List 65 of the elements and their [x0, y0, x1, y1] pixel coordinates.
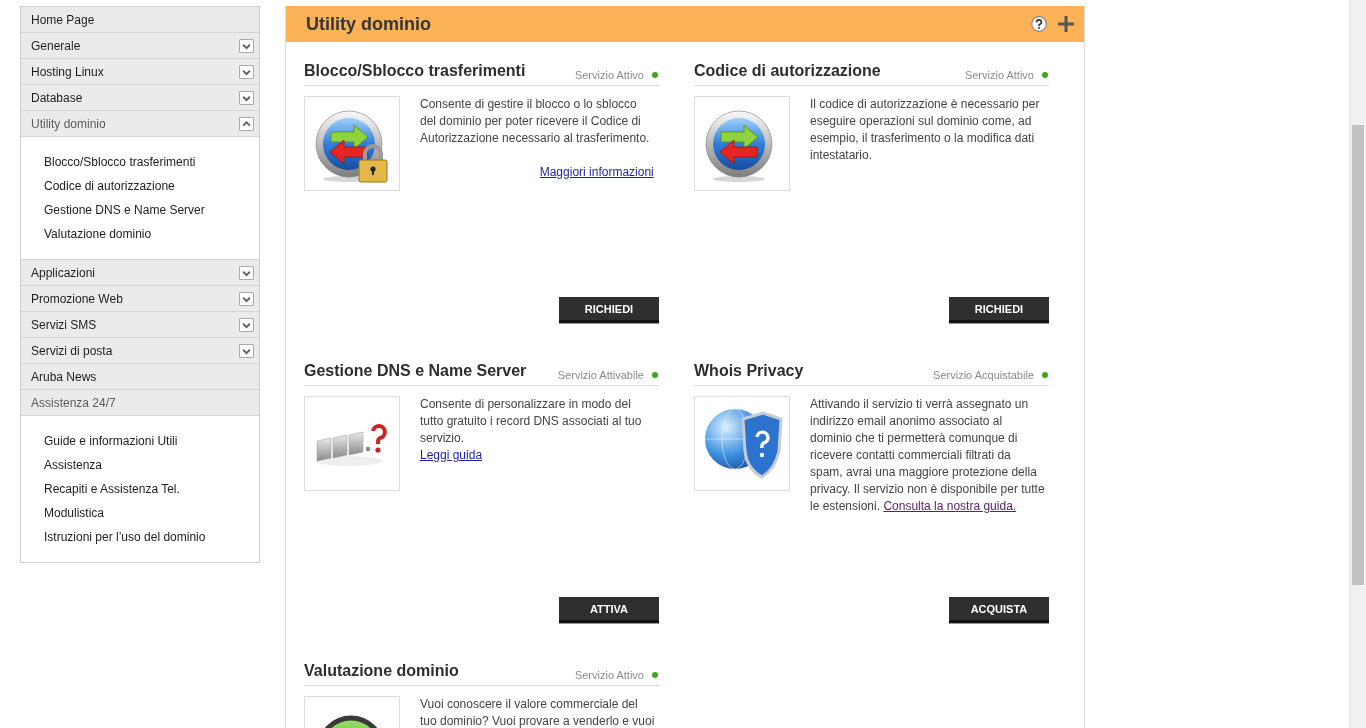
- card-description: Il codice di autorizzazione è necessario per eseguire operazioni sul dominio come, ad esempio, il trasferimento o la modifica dati intestatario.: [810, 96, 1041, 164]
- card-title: Gestione DNS e Name Server: [304, 361, 527, 381]
- status-label: Servizio Attivo: [964, 68, 1034, 82]
- status-label: Servizio Attivo: [574, 668, 644, 682]
- chevron-up-icon: [241, 118, 252, 129]
- submenu-item[interactable]: Guide e informazioni Utili: [44, 429, 259, 453]
- card-title: Codice di autorizzazione: [694, 61, 881, 81]
- submenu-item[interactable]: Codice di autorizzazione: [44, 174, 259, 198]
- status-dot-icon: [1042, 72, 1048, 78]
- tiles-question-icon: [304, 396, 400, 491]
- action-button[interactable]: ATTIVA: [559, 597, 659, 623]
- status-dot-icon: [652, 72, 658, 78]
- guide-link[interactable]: Leggi guida: [420, 448, 483, 462]
- guide-link[interactable]: Consulta la nostra guida.: [883, 499, 1017, 513]
- globe-shield-icon: [694, 396, 790, 491]
- expand-toggle[interactable]: [239, 317, 254, 332]
- menu-item[interactable]: Servizi SMS: [21, 312, 259, 338]
- action-button[interactable]: RICHIEDI: [949, 297, 1049, 323]
- status-dot-icon: [1042, 372, 1048, 378]
- action-button[interactable]: RICHIEDI: [559, 297, 659, 323]
- expand-toggle[interactable]: [239, 90, 254, 105]
- submenu-item[interactable]: Recapiti e Assistenza Tel.: [44, 477, 259, 501]
- submenu-item[interactable]: Gestione DNS e Name Server: [44, 198, 259, 222]
- status-dot-icon: [652, 372, 658, 378]
- menu-item[interactable]: Hosting Linux: [21, 59, 259, 85]
- expand-toggle[interactable]: [239, 64, 254, 79]
- submenu-item[interactable]: Assistenza: [44, 453, 259, 477]
- menu-item[interactable]: Assistenza 24/7: [21, 390, 259, 416]
- expand-toggle[interactable]: [239, 291, 254, 306]
- scrollbar-thumb[interactable]: [1352, 125, 1364, 585]
- menu-item[interactable]: Database: [21, 85, 259, 111]
- card-description: Consente di personalizzare in modo del tutto gratuito i record DNS associati al tuo servizio.: [420, 396, 643, 447]
- card-description: Attivando il servizio ti verrà assegnato un indirizzo email anonimo associato al dominio che ti permetterà comunque di ricevere contatti commerciali filtrati da spam, avrai una maggiore protezione della privacy. Il servizio non è disponibile per tutte le estensioni. Consulta la nostra guida.: [810, 396, 1046, 515]
- card-description: Vuoi conoscere il valore commerciale del tuo dominio? Vuoi provare a venderlo e vuoi: [420, 696, 656, 728]
- menu-item[interactable]: Servizi di posta: [21, 338, 259, 364]
- status-label: Servizio Attivabile: [557, 368, 644, 382]
- menu-item[interactable]: Applicazioni: [21, 260, 259, 286]
- help-icon[interactable]: [1031, 16, 1047, 32]
- action-button[interactable]: ACQUISTA: [949, 597, 1049, 623]
- panel-title: Utility dominio: [306, 13, 431, 35]
- expand-toggle[interactable]: [239, 343, 254, 358]
- menu-item[interactable]: Generale: [21, 33, 259, 59]
- expand-toggle[interactable]: [239, 265, 254, 280]
- card-description: Consente di gestire il blocco o lo sblocco del dominio per poter ricevere il Codice di Autorizzazione necessario al trasferimento.: [420, 96, 651, 147]
- card-title: Blocco/Sblocco trasferimenti: [304, 61, 526, 81]
- status-label: Servizio Acquistabile: [933, 368, 1034, 382]
- card-title: Valutazione dominio: [304, 661, 459, 681]
- card-title: Whois Privacy: [694, 361, 804, 381]
- submenu-item[interactable]: Blocco/Sblocco trasferimenti: [44, 150, 259, 174]
- collapse-toggle[interactable]: [239, 116, 254, 131]
- plus-icon[interactable]: [1058, 16, 1074, 32]
- scrollbar[interactable]: [1349, 0, 1366, 728]
- menu-item[interactable]: Aruba News: [21, 364, 259, 390]
- status-label: Servizio Attivo: [574, 68, 644, 82]
- more-info-link[interactable]: Maggiori informazioni: [539, 165, 654, 179]
- expand-toggle[interactable]: [239, 38, 254, 53]
- arrows-button-icon: [694, 96, 790, 191]
- submenu-item[interactable]: Modulistica: [44, 501, 259, 525]
- menu-item[interactable]: Home Page: [21, 7, 259, 33]
- arrows-padlock-icon: [304, 96, 400, 191]
- menu-item[interactable]: Utility dominio: [21, 111, 259, 137]
- status-dot-icon: [652, 672, 658, 678]
- submenu-item[interactable]: Istruzioni per l’uso del dominio: [44, 525, 259, 549]
- menu-item[interactable]: Promozione Web: [21, 286, 259, 312]
- submenu-item[interactable]: Valutazione dominio: [44, 222, 259, 246]
